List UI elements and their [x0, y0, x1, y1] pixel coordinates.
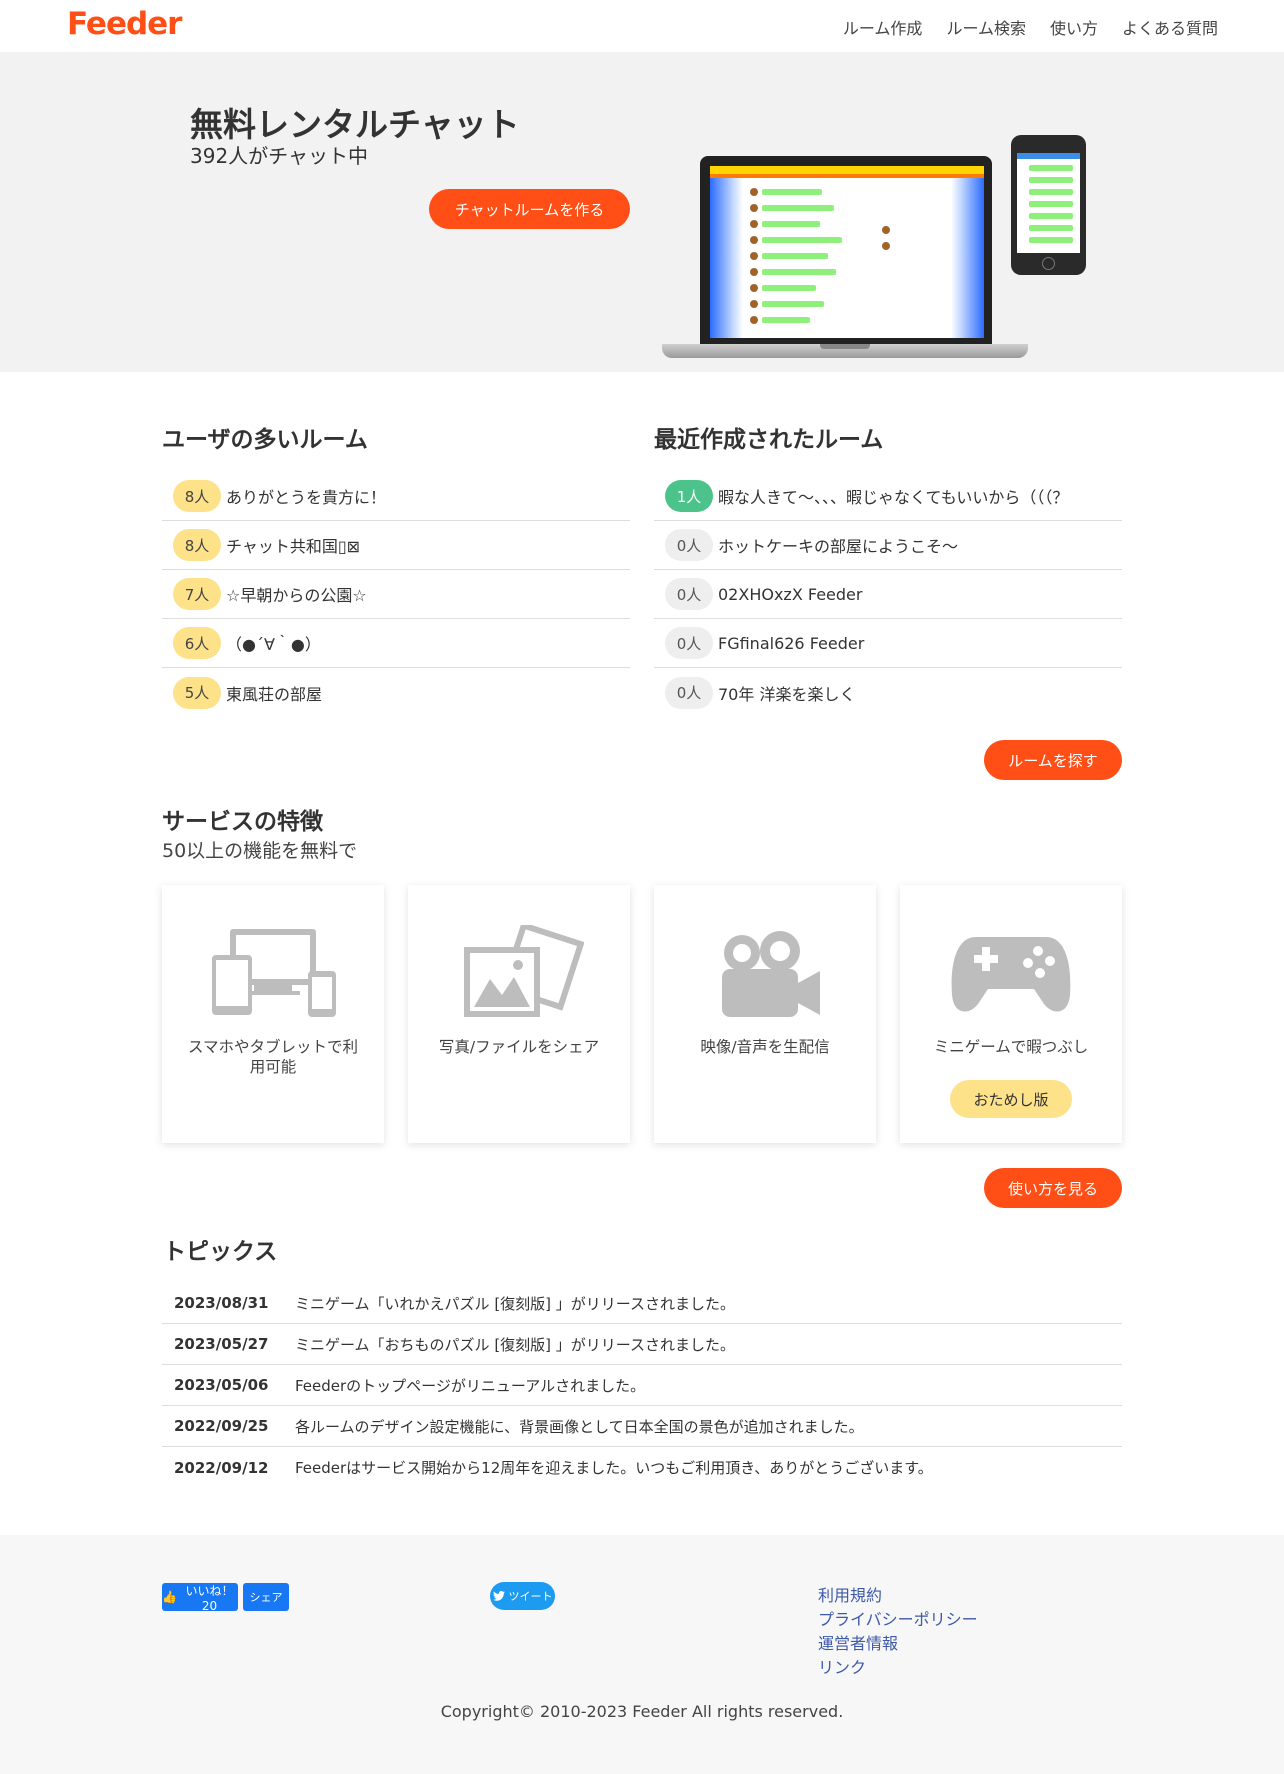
user-count-badge: 0人	[665, 676, 713, 709]
feature-text: 映像/音声を生配信	[700, 1038, 830, 1056]
user-count-badge: 0人	[665, 578, 713, 610]
recent-room-list: 1人 暇な人きて〜、、、暇じゃなくてもいいから（（（？ 0人 ホットケーキの部屋…	[654, 472, 1122, 717]
room-item[interactable]: 5人 東風荘の部屋	[162, 668, 630, 717]
nav-how-to[interactable]: 使い方	[1050, 15, 1098, 39]
room-item[interactable]: 8人 チャット共和国▯⊠	[162, 521, 630, 570]
popular-room-list: 8人 ありがとうを貴方に！ 8人 チャット共和国▯⊠ 7人 ☆早朝からの公園☆ …	[162, 472, 630, 717]
user-count-badge: 7人	[173, 578, 221, 610]
topic-text: Feederのトップページがリニューアルされました。	[295, 1376, 646, 1395]
tweet-button[interactable]: ツイート	[490, 1582, 555, 1610]
topic-text: 各ルームのデザイン設定機能に、背景画像として日本全国の景色が追加されました。	[295, 1417, 864, 1436]
feature-text: ミニゲームで暇つぶし	[933, 1038, 1089, 1056]
site-footer: 👍 いいね！ 20 シェア ツイート 利用規約 プライバシーポリシー 運営者情報…	[0, 1535, 1284, 1774]
user-count-badge: 8人	[173, 480, 221, 512]
hero-title: 無料レンタルチャット	[190, 105, 520, 144]
twitter-bird-icon	[492, 1591, 505, 1601]
user-count-badge: 0人	[665, 627, 713, 659]
recent-rooms-title: 最近作成されたルーム	[654, 427, 884, 453]
devices-icon	[212, 929, 336, 1017]
room-item[interactable]: 8人 ありがとうを貴方に！	[162, 472, 630, 521]
topic-text: ミニゲーム「いれかえパズル [復刻版] 」がリリースされました。	[295, 1294, 736, 1313]
user-count-badge: 8人	[173, 529, 221, 561]
site-logo[interactable]: Feeder	[67, 6, 182, 42]
topic-item: 2022/09/25 各ルームのデザイン設定機能に、背景画像として日本全国の景色…	[162, 1406, 1122, 1447]
room-item[interactable]: 0人 FGfinal626 Feeder	[654, 619, 1122, 668]
topics-title: トピックス	[163, 1239, 278, 1265]
user-count-badge: 1人	[665, 480, 713, 512]
feature-card-photos: 写真/ファイルをシェア	[408, 885, 630, 1143]
feature-card-live: 映像/音声を生配信	[654, 885, 876, 1143]
links-link[interactable]: リンク	[818, 1656, 978, 1680]
phone-illustration	[1011, 135, 1086, 275]
room-name[interactable]: ホットケーキの部屋にようこそ〜	[718, 533, 958, 557]
topic-date: 2023/05/27	[174, 1335, 269, 1353]
room-item[interactable]: 0人 70年 洋楽を楽しく	[654, 668, 1122, 717]
room-name[interactable]: 東風荘の部屋	[226, 681, 322, 705]
topic-date: 2023/05/06	[174, 1376, 269, 1394]
features-title: サービスの特徴	[162, 809, 323, 835]
popular-rooms-title: ユーザの多いルーム	[162, 427, 368, 453]
feature-text: 写真/ファイルをシェア	[438, 1038, 600, 1056]
facebook-like-button[interactable]: 👍 いいね！ 20	[162, 1583, 238, 1613]
feature-text: スマホやタブレットで利用可能	[187, 1038, 359, 1076]
room-item[interactable]: 7人 ☆早朝からの公園☆	[162, 570, 630, 619]
feature-card-devices: スマホやタブレットで利用可能	[162, 885, 384, 1143]
footer-links: 利用規約 プライバシーポリシー 運営者情報 リンク	[818, 1584, 978, 1680]
hero-online-count: 392人がチャット中	[190, 144, 368, 168]
room-item[interactable]: 0人 02XHOxzX Feeder	[654, 570, 1122, 619]
room-name[interactable]: （●´∀｀●）	[226, 631, 321, 655]
trial-button[interactable]: おためし版	[950, 1080, 1072, 1118]
room-name[interactable]: 70年 洋楽を楽しく	[718, 681, 855, 705]
room-name[interactable]: ありがとうを貴方に！	[226, 484, 386, 508]
room-name[interactable]: チャット共和国▯⊠	[226, 533, 360, 557]
nav-faq[interactable]: よくある質問	[1122, 15, 1218, 39]
room-name[interactable]: 02XHOxzX Feeder	[718, 585, 862, 604]
hero-section: 無料レンタルチャット 392人がチャット中 チャットルームを作る	[0, 52, 1284, 372]
topic-item: 2023/05/27 ミニゲーム「おちものパズル [復刻版] 」がリリースされま…	[162, 1324, 1122, 1365]
room-item[interactable]: 1人 暇な人きて〜、、、暇じゃなくてもいいから（（（？	[654, 472, 1122, 521]
room-name[interactable]: FGfinal626 Feeder	[718, 634, 864, 653]
topic-date: 2022/09/12	[174, 1458, 269, 1477]
room-item[interactable]: 0人 ホットケーキの部屋にようこそ〜	[654, 521, 1122, 570]
facebook-share-button[interactable]: シェア	[243, 1583, 289, 1611]
thumbs-up-icon: 👍	[162, 1590, 177, 1604]
topics-list: 2023/08/31 ミニゲーム「いれかえパズル [復刻版] 」がリリースされま…	[162, 1283, 1122, 1488]
features-subtitle: 50以上の機能を無料で	[162, 840, 358, 862]
topic-date: 2023/08/31	[174, 1294, 269, 1312]
topic-text: ミニゲーム「おちものパズル [復刻版] 」がリリースされました。	[295, 1335, 736, 1354]
terms-link[interactable]: 利用規約	[818, 1584, 978, 1608]
room-item[interactable]: 6人 （●´∀｀●）	[162, 619, 630, 668]
operator-link[interactable]: 運営者情報	[818, 1632, 978, 1656]
topic-item: 2023/08/31 ミニゲーム「いれかえパズル [復刻版] 」がリリースされま…	[162, 1283, 1122, 1324]
topic-date: 2022/09/25	[174, 1417, 269, 1435]
copyright: Copyright© 2010-2023 Feeder All rights r…	[440, 1702, 844, 1721]
tweet-label: ツイート	[508, 1590, 553, 1603]
how-to-button[interactable]: 使い方を見る	[984, 1168, 1122, 1208]
create-chat-room-button[interactable]: チャットルームを作る	[429, 189, 630, 229]
video-camera-icon	[722, 931, 820, 1017]
room-name[interactable]: ☆早朝からの公園☆	[226, 582, 367, 606]
feature-card-games: ミニゲームで暇つぶし おためし版	[900, 885, 1122, 1143]
find-room-button[interactable]: ルームを探す	[984, 740, 1122, 780]
user-count-badge: 5人	[173, 676, 221, 709]
topic-text: Feederはサービス開始から12周年を迎えました。いつもご利用頂き、ありがとう…	[295, 1459, 933, 1477]
nav-search-room[interactable]: ルーム検索	[946, 15, 1026, 39]
topic-item: 2023/05/06 Feederのトップページがリニューアルされました。	[162, 1365, 1122, 1406]
photos-icon	[464, 925, 584, 1017]
main-nav: ルーム作成 ルーム検索 使い方 よくある質問	[843, 15, 1218, 39]
room-name[interactable]: 暇な人きて〜、、、暇じゃなくてもいいから（（（？	[718, 484, 1068, 508]
chat-screenshot	[710, 166, 984, 338]
privacy-link[interactable]: プライバシーポリシー	[818, 1608, 978, 1632]
nav-create-room[interactable]: ルーム作成	[843, 15, 923, 39]
laptop-illustration	[662, 104, 1028, 366]
topic-item: 2022/09/12 Feederはサービス開始から12周年を迎えました。いつも…	[162, 1447, 1122, 1488]
user-count-badge: 6人	[173, 627, 221, 659]
site-header: Feeder ルーム作成 ルーム検索 使い方 よくある質問	[0, 0, 1284, 52]
gamepad-icon	[951, 937, 1071, 1012]
user-count-badge: 0人	[665, 529, 713, 561]
facebook-like-label: いいね！ 20	[185, 1583, 234, 1613]
